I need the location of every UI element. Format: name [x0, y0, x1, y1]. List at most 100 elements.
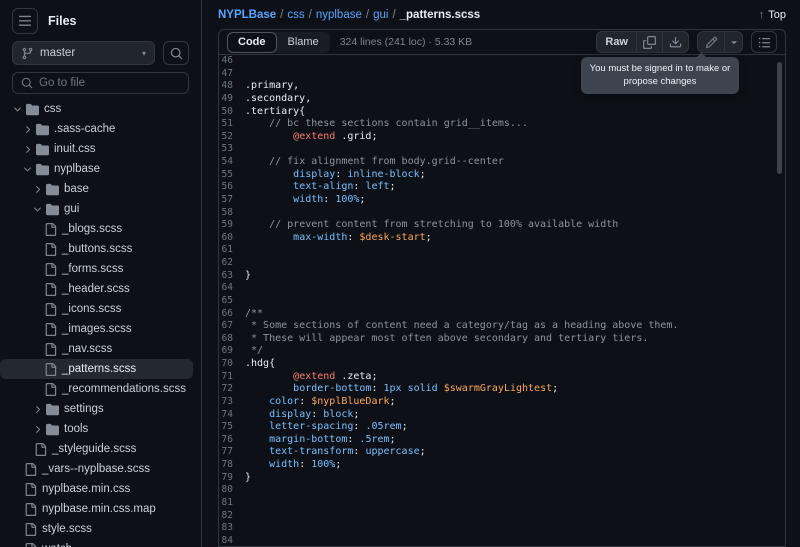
file-icon [45, 302, 57, 316]
line-number[interactable]: 55 [219, 169, 245, 182]
file-icon [25, 542, 37, 547]
tree-folder-nyplbase[interactable]: nyplbase [0, 159, 193, 179]
tree-folder-settings[interactable]: settings [0, 399, 193, 419]
breadcrumb-gui[interactable]: gui [373, 9, 388, 21]
line-number[interactable]: 47 [219, 68, 245, 81]
tree-file-_header.scss[interactable]: _header.scss [0, 279, 193, 299]
line-number[interactable]: 50 [219, 106, 245, 119]
tree-file-nyplbase.min.css.map[interactable]: nyplbase.min.css.map [0, 499, 193, 519]
line-number[interactable]: 46 [219, 55, 245, 68]
line-number[interactable]: 58 [219, 207, 245, 220]
tree-file-_vars--nyplbase.scss[interactable]: _vars--nyplbase.scss [0, 459, 193, 479]
line-number[interactable]: 71 [219, 371, 245, 384]
tree-folder-gui[interactable]: gui [0, 199, 193, 219]
go-to-file-field[interactable] [12, 72, 189, 94]
line-number[interactable]: 76 [219, 434, 245, 447]
tree-file-_blogs.scss[interactable]: _blogs.scss [0, 219, 193, 239]
tree-file-watch[interactable]: watch [0, 539, 193, 547]
tree-file-_forms.scss[interactable]: _forms.scss [0, 259, 193, 279]
line-number[interactable]: 73 [219, 396, 245, 409]
line-number[interactable]: 77 [219, 446, 245, 459]
line-number[interactable]: 48 [219, 80, 245, 93]
tree-file-_buttons.scss[interactable]: _buttons.scss [0, 239, 193, 259]
tree-file-_images.scss[interactable]: _images.scss [0, 319, 193, 339]
symbols-button[interactable] [751, 31, 777, 53]
tree-folder-base[interactable]: base [0, 179, 193, 199]
line-number[interactable]: 67 [219, 320, 245, 333]
code-text: .hdg{ [245, 358, 276, 369]
line-number[interactable]: 53 [219, 143, 245, 156]
breadcrumb-separator: / [308, 8, 312, 21]
tree-file-nyplbase.min.css[interactable]: nyplbase.min.css [0, 479, 193, 499]
tree-file-_nav.scss[interactable]: _nav.scss [0, 339, 193, 359]
line-number[interactable]: 75 [219, 421, 245, 434]
line-number[interactable]: 81 [219, 497, 245, 510]
breadcrumb-nyplbase[interactable]: nyplbase [316, 9, 362, 21]
code-text: /** [245, 307, 264, 319]
line-number[interactable]: 60 [219, 232, 245, 245]
go-to-file-input[interactable] [39, 77, 180, 89]
file-icon [45, 242, 57, 256]
edit-button[interactable] [698, 32, 724, 52]
tree-file-style.scss[interactable]: style.scss [0, 519, 193, 539]
line-number[interactable]: 68 [219, 333, 245, 346]
line-number[interactable]: 51 [219, 118, 245, 131]
breadcrumb-NYPLBase[interactable]: NYPLBase [218, 9, 276, 21]
line-number[interactable]: 52 [219, 131, 245, 144]
line-number[interactable]: 64 [219, 282, 245, 295]
line-number[interactable]: 57 [219, 194, 245, 207]
tree-file-_patterns.scss[interactable]: _patterns.scss [0, 359, 193, 379]
tree-folder-css[interactable]: css [0, 99, 193, 119]
tree-item-label: watch [42, 543, 72, 547]
code-scrollbar[interactable] [777, 62, 782, 174]
tab-blame[interactable]: Blame [277, 32, 330, 53]
line-number[interactable]: 54 [219, 156, 245, 169]
tab-code[interactable]: Code [227, 31, 277, 53]
download-icon [669, 36, 682, 47]
tree-item-label: _header.scss [62, 283, 130, 295]
branch-selector[interactable]: master ▾ [12, 41, 155, 65]
line-number[interactable]: 82 [219, 510, 245, 523]
github-code-view: Files master ▾ css .sass-cache inuit.css ny… [0, 0, 800, 547]
code-line-72: 72 border-bottom: 1px solid $swarmGrayLi… [219, 383, 785, 396]
line-number[interactable]: 63 [219, 270, 245, 283]
search-repo-button[interactable] [163, 41, 189, 65]
line-number[interactable]: 56 [219, 181, 245, 194]
line-number[interactable]: 69 [219, 345, 245, 358]
line-number[interactable]: 70 [219, 358, 245, 371]
back-to-top-link[interactable]: ↑ Top [759, 9, 786, 21]
breadcrumb-css[interactable]: css [287, 9, 304, 21]
line-number[interactable]: 83 [219, 522, 245, 535]
tree-item-label: _nav.scss [62, 343, 113, 355]
tree-folder-inuit.css[interactable]: inuit.css [0, 139, 193, 159]
tree-item-label: inuit.css [54, 143, 96, 155]
download-button[interactable] [662, 32, 688, 52]
code-text: border-bottom: 1px solid $swarmGrayLight… [293, 383, 559, 395]
sidebar-toggle-button[interactable] [12, 8, 38, 34]
line-number[interactable]: 66 [219, 308, 245, 321]
tree-folder-.sass-cache[interactable]: .sass-cache [0, 119, 193, 139]
line-number[interactable]: 61 [219, 244, 245, 257]
code-line-60: 60 max-width: $desk-start; [219, 232, 785, 245]
tree-folder-tools[interactable]: tools [0, 419, 193, 439]
copy-button[interactable] [636, 32, 662, 52]
tree-file-_recommendations.scss[interactable]: _recommendations.scss [0, 379, 193, 399]
line-number[interactable]: 74 [219, 409, 245, 422]
line-number[interactable]: 79 [219, 472, 245, 485]
tree-file-_styleguide.scss[interactable]: _styleguide.scss [0, 439, 193, 459]
line-number[interactable]: 84 [219, 535, 245, 546]
line-number[interactable]: 49 [219, 93, 245, 106]
line-number[interactable]: 78 [219, 459, 245, 472]
line-number[interactable]: 72 [219, 383, 245, 396]
code-text: display: block; [269, 408, 360, 420]
breadcrumb-_patterns.scss: _patterns.scss [399, 8, 481, 21]
line-number[interactable]: 59 [219, 219, 245, 232]
raw-button[interactable]: Raw [597, 32, 636, 52]
line-number[interactable]: 62 [219, 257, 245, 270]
folder-icon [46, 423, 59, 435]
edit-dropdown-button[interactable] [724, 32, 742, 52]
line-number[interactable]: 80 [219, 484, 245, 497]
tree-file-_icons.scss[interactable]: _icons.scss [0, 299, 193, 319]
tree-item-label: _vars--nyplbase.scss [42, 463, 151, 475]
line-number[interactable]: 65 [219, 295, 245, 308]
